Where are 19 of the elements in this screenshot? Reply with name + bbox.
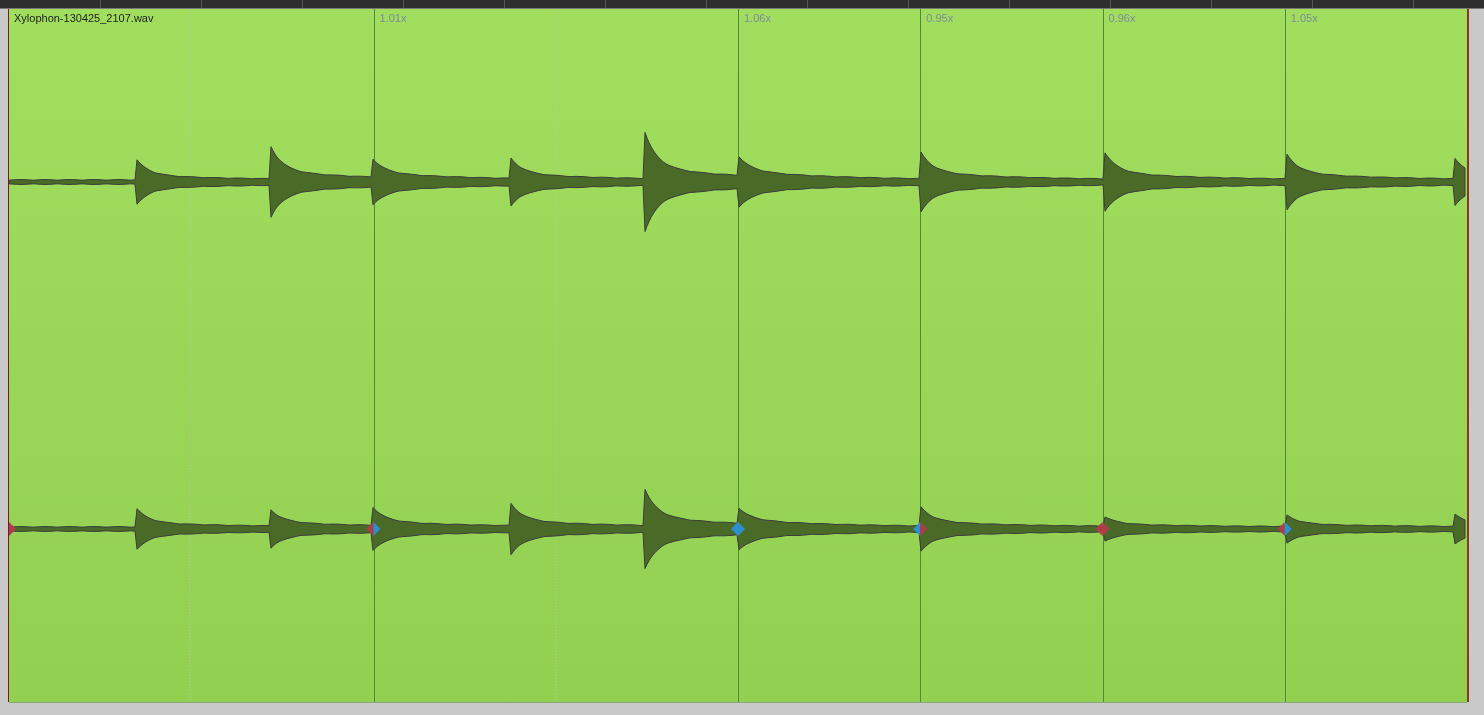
- stretch-marker-left-half[interactable]: [1095, 522, 1103, 536]
- stretch-marker-left-half[interactable]: [913, 522, 921, 536]
- playrate-label: 1.01x: [379, 12, 407, 24]
- playrate-label: 1.05x: [1290, 12, 1318, 24]
- stretch-marker-right-half[interactable]: [1102, 522, 1110, 536]
- audio-item[interactable]: Xylophon-130425_2107.wav 1.01x 1.06x 0.95x 0.96x 1.05x: [9, 9, 1467, 702]
- stretch-marker-left-half[interactable]: [731, 522, 738, 536]
- item-title: Xylophon-130425_2107.wav: [14, 12, 154, 24]
- stretch-marker-right-half[interactable]: [738, 522, 745, 536]
- playrate-label: 0.96x: [1108, 12, 1136, 24]
- stretch-marker-left-half[interactable]: [1277, 522, 1285, 536]
- stretch-marker-right-half[interactable]: [373, 522, 381, 536]
- stretch-marker-right-half[interactable]: [1284, 522, 1292, 536]
- stretch-marker-left-half[interactable]: [366, 522, 374, 536]
- stretch-marker-right-half[interactable]: [920, 522, 928, 536]
- stretch-marker-right-half[interactable]: [9, 522, 16, 536]
- timeline-ruler[interactable]: [0, 0, 1484, 9]
- playrate-label: 0.95x: [926, 12, 954, 24]
- playrate-label: 1.06x: [744, 12, 771, 24]
